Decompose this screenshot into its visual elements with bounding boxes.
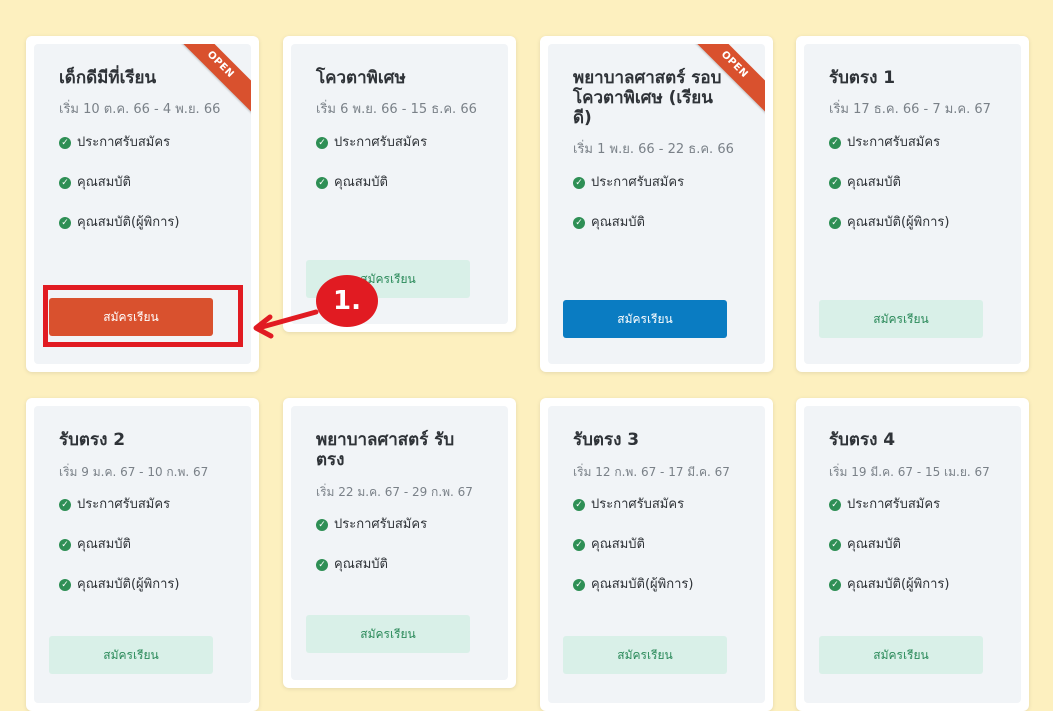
check-circle-icon: ✓ <box>829 539 841 551</box>
step-badge: 1. <box>316 275 378 327</box>
card-title: เด็กดีมีที่เรียน <box>59 68 157 88</box>
apply-button[interactable]: สมัครเรียน <box>563 636 727 674</box>
check-circle-icon: ✓ <box>316 519 328 531</box>
card-date: เริ่ม 6 พ.ย. 66 - 15 ธ.ค. 66 <box>316 102 477 117</box>
card-title: พยาบาลศาสตร์ รอบโควตาพิเศษ (เรียนดี) <box>573 68 722 128</box>
check-circle-icon: ✓ <box>573 499 585 511</box>
link-qualifications-disabled[interactable]: ✓ คุณสมบัติ(ผู้พิการ) <box>59 215 227 231</box>
card-title: รับตรง 2 <box>59 430 126 450</box>
check-circle-icon: ✓ <box>829 137 841 149</box>
program-card: OPEN พยาบาลศาสตร์ รอบโควตาพิเศษ (เรียนดี… <box>540 36 773 372</box>
link-qualifications-disabled[interactable]: ✓ คุณสมบัติ(ผู้พิการ) <box>59 577 227 593</box>
program-card: รับตรง 3 เริ่ม 12 ก.พ. 67 - 17 มี.ค. 67 … <box>540 398 773 711</box>
link-qualifications[interactable]: ✓ คุณสมบัติ <box>316 557 484 573</box>
card-date: เริ่ม 22 ม.ค. 67 - 29 ก.พ. 67 <box>316 485 473 499</box>
program-card: รับตรง 1 เริ่ม 17 ธ.ค. 66 - 7 ม.ค. 67 ✓ ป… <box>796 36 1029 372</box>
highlight-box <box>43 285 243 347</box>
link-announcement[interactable]: ✓ ประกาศรับสมัคร <box>316 517 484 533</box>
check-circle-icon: ✓ <box>573 217 585 229</box>
link-announcement[interactable]: ✓ ประกาศรับสมัคร <box>316 135 484 151</box>
check-circle-icon: ✓ <box>829 579 841 591</box>
link-announcement[interactable]: ✓ ประกาศรับสมัคร <box>59 497 227 513</box>
card-date: เริ่ม 12 ก.พ. 67 - 17 มี.ค. 67 <box>573 465 730 479</box>
link-announcement[interactable]: ✓ ประกาศรับสมัคร <box>573 497 741 513</box>
link-qualifications[interactable]: ✓ คุณสมบัติ <box>59 537 227 553</box>
apply-button[interactable]: สมัครเรียน <box>49 636 213 674</box>
check-circle-icon: ✓ <box>829 177 841 189</box>
check-circle-icon: ✓ <box>59 177 71 189</box>
link-qualifications[interactable]: ✓ คุณสมบัติ <box>59 175 227 191</box>
link-qualifications-disabled[interactable]: ✓ คุณสมบัติ(ผู้พิการ) <box>573 577 741 593</box>
check-circle-icon: ✓ <box>59 579 71 591</box>
check-circle-icon: ✓ <box>829 217 841 229</box>
card-date: เริ่ม 1 พ.ย. 66 - 22 ธ.ค. 66 <box>573 142 734 157</box>
card-title: พยาบาลศาสตร์ รับตรง <box>316 430 455 470</box>
check-circle-icon: ✓ <box>573 579 585 591</box>
card-title: รับตรง 3 <box>573 430 640 450</box>
check-circle-icon: ✓ <box>316 177 328 189</box>
card-date: เริ่ม 17 ธ.ค. 66 - 7 ม.ค. 67 <box>829 102 991 117</box>
link-qualifications[interactable]: ✓ คุณสมบัติ <box>316 175 484 191</box>
card-title: รับตรง 1 <box>829 68 896 88</box>
link-qualifications[interactable]: ✓ คุณสมบัติ <box>829 175 997 191</box>
apply-button[interactable]: สมัครเรียน <box>819 300 983 338</box>
card-title: รับตรง 4 <box>829 430 896 450</box>
check-circle-icon: ✓ <box>316 559 328 571</box>
check-circle-icon: ✓ <box>573 539 585 551</box>
link-qualifications-disabled[interactable]: ✓ คุณสมบัติ(ผู้พิการ) <box>829 577 997 593</box>
check-circle-icon: ✓ <box>573 177 585 189</box>
apply-button[interactable]: สมัครเรียน <box>563 300 727 338</box>
check-circle-icon: ✓ <box>59 539 71 551</box>
apply-button[interactable]: สมัครเรียน <box>819 636 983 674</box>
apply-button[interactable]: สมัครเรียน <box>306 615 470 653</box>
card-date: เริ่ม 10 ต.ค. 66 - 4 พ.ย. 66 <box>59 102 221 117</box>
link-qualifications[interactable]: ✓ คุณสมบัติ <box>829 537 997 553</box>
link-qualifications[interactable]: ✓ คุณสมบัติ <box>573 537 741 553</box>
check-circle-icon: ✓ <box>59 217 71 229</box>
program-card: รับตรง 4 เริ่ม 19 มี.ค. 67 - 15 เม.ย. 67… <box>796 398 1029 711</box>
link-announcement[interactable]: ✓ ประกาศรับสมัคร <box>573 175 741 191</box>
card-title: โควตาพิเศษ <box>316 68 406 88</box>
check-circle-icon: ✓ <box>316 137 328 149</box>
link-announcement[interactable]: ✓ ประกาศรับสมัคร <box>829 135 997 151</box>
link-qualifications-disabled[interactable]: ✓ คุณสมบัติ(ผู้พิการ) <box>829 215 997 231</box>
check-circle-icon: ✓ <box>829 499 841 511</box>
program-card: พยาบาลศาสตร์ รับตรง เริ่ม 22 ม.ค. 67 - 2… <box>283 398 516 688</box>
card-date: เริ่ม 9 ม.ค. 67 - 10 ก.พ. 67 <box>59 465 209 479</box>
link-announcement[interactable]: ✓ ประกาศรับสมัคร <box>829 497 997 513</box>
link-announcement[interactable]: ✓ ประกาศรับสมัคร <box>59 135 227 151</box>
program-card: รับตรง 2 เริ่ม 9 ม.ค. 67 - 10 ก.พ. 67 ✓ ป… <box>26 398 259 711</box>
program-card: โควตาพิเศษ เริ่ม 6 พ.ย. 66 - 15 ธ.ค. 66 … <box>283 36 516 332</box>
check-circle-icon: ✓ <box>59 137 71 149</box>
card-date: เริ่ม 19 มี.ค. 67 - 15 เม.ย. 67 <box>829 465 990 479</box>
link-qualifications[interactable]: ✓ คุณสมบัติ <box>573 215 741 231</box>
check-circle-icon: ✓ <box>59 499 71 511</box>
